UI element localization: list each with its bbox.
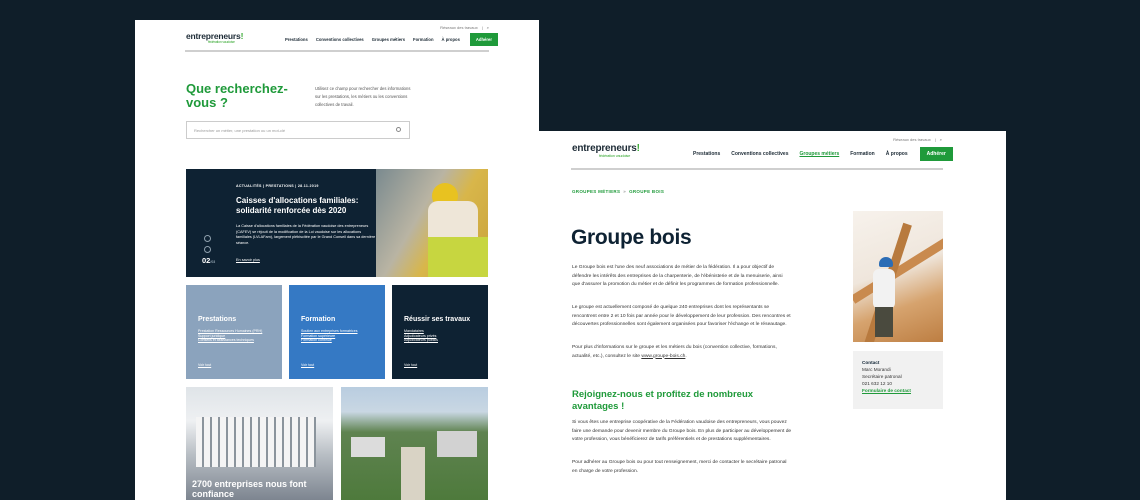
news-more-link[interactable]: En savoir plus [236,258,260,262]
tile-link[interactable]: Formation continue [301,338,373,343]
adherer-button[interactable]: Adhérer [469,33,498,46]
road-shape [401,447,425,500]
search-icon[interactable]: ⌕ [940,137,942,142]
building-photo[interactable]: 2700 entreprises nous font confiance [186,387,333,500]
benefits-paragraph: Si vous êtes une entreprise coopérative … [572,420,792,442]
aerial-photo[interactable] [341,387,488,500]
logo[interactable]: entrepreneurs! fédération vaudoise [572,143,640,158]
members-paragraph: Le groupe est actuellement composé de qu… [572,305,791,327]
tile-formation[interactable]: Formation Soutien aux entreprises format… [289,285,385,379]
main-nav: Prestations Conventions collectives Grou… [693,147,953,161]
slider-arrows [204,235,211,253]
nav-a-propos[interactable]: À propos [442,37,460,42]
tile-link[interactable]: Prestation Ressources Humaines (PRH) [198,329,270,334]
header-divider [571,168,943,170]
nav-groupes-metiers[interactable]: Groupes métiers [799,151,839,157]
building-shape [351,437,385,457]
building-shape [437,431,477,457]
homepage-screenshot: Réseaux des travaux | ⌕ entrepreneurs! f… [135,20,539,500]
tile-prestations[interactable]: Prestations Prestation Ressources Humain… [186,285,282,379]
nav-conventions[interactable]: Conventions collectives [731,151,788,157]
info-paragraph: Pour plus d'informations sur le groupe e… [572,344,792,361]
groupe-bois-link[interactable]: www.groupe-bois.ch [641,354,685,359]
adherer-button[interactable]: Adhérer [919,147,953,161]
join-paragraph: Pour adhérer au Groupe bois ou pour tout… [572,460,787,474]
carpenter-photo [853,211,943,342]
tile-reussir-travaux[interactable]: Réussir ses travaux Mandataires Adjudica… [392,285,488,379]
nav-formation[interactable]: Formation [850,151,874,157]
news-kicker: ACTUALITÉS | PRESTATIONS | 28.11.2019 [236,184,319,188]
building-shape [196,417,316,467]
search-input[interactable]: Rechercher un métier, une prestation ou … [186,121,410,139]
intro-paragraph: Le Groupe bois est l'une des neuf associ… [572,265,783,287]
contact-name: Marc Morandi [862,367,891,372]
nav-conventions[interactable]: Conventions collectives [316,37,364,42]
helmet-shape [879,257,893,267]
page-title: Groupe bois [571,226,692,249]
search-description: Utilisez ce champ pour rechercher des in… [315,86,411,107]
insulation-shape [428,237,488,277]
breadcrumb: GROUPES MÉTIERS» GROUPE BOIS [572,189,664,194]
tile-link[interactable]: Conseils et assistances techniques [198,338,270,343]
utility-bar: Réseaux des travaux | ⌕ [440,25,489,30]
news-text: La Caisse d'allocations familiales de la… [236,224,376,245]
tile-more-link[interactable]: Voir tout [198,363,211,367]
news-title: Caisses d'allocations familiales: solida… [236,196,359,215]
utility-separator: | [481,25,483,30]
worker-legs-shape [875,307,893,337]
breadcrumb-item[interactable]: GROUPES MÉTIERS [572,189,620,194]
worker-shape [873,269,895,309]
tile-more-link[interactable]: Voir tout [404,363,417,367]
slide-counter: 02/03 [202,256,215,265]
main-nav: Prestations Conventions collectives Grou… [285,33,498,46]
contact-form-link[interactable]: Formulaire de contact [862,387,934,394]
nav-prestations[interactable]: Prestations [285,37,308,42]
tile-title: Prestations [198,316,237,323]
tile-title: Formation [301,316,336,323]
utility-separator: | [934,137,936,142]
search-icon[interactable] [396,127,401,132]
tile-title: Réussir ses travaux [404,316,471,323]
slide-total: /03 [210,260,216,264]
logo-mark: ! [636,143,640,154]
breadcrumb-separator: » [623,189,627,194]
nav-a-propos[interactable]: À propos [886,151,908,157]
info-text-end: . [685,353,687,359]
nav-prestations[interactable]: Prestations [693,151,720,157]
contact-phone[interactable]: 021 632 12 10 [862,380,934,387]
arrow-down-icon[interactable] [204,246,211,253]
header-divider [185,50,489,52]
utility-bar: Réseaux des travaux | ⌕ [893,137,942,142]
nav-formation[interactable]: Formation [413,37,433,42]
utility-link[interactable]: Réseaux des travaux [893,137,931,142]
logo[interactable]: entrepreneurs! fédération vaudoise [186,31,243,44]
nav-groupes-metiers[interactable]: Groupes métiers [372,37,405,42]
breadcrumb-item: GROUPE BOIS [629,189,665,194]
search-icon[interactable]: ⌕ [487,25,489,30]
section-heading: Rejoignez-nous et profitez de nombreux a… [572,389,754,412]
search-heading: Que recherchez-vous ? [186,81,288,110]
hero-photo [376,169,488,277]
logo-mark: ! [240,31,244,41]
contact-label: Contact [862,360,880,365]
arrow-up-icon[interactable] [204,235,211,242]
tile-link[interactable]: Adjudicateurs publics [404,338,476,343]
utility-link[interactable]: Réseaux des travaux [440,25,478,30]
contact-role: Secrétaire patronal [862,374,902,379]
contact-card: Contact Marc Morandi Secrétaire patronal… [853,351,943,409]
search-placeholder: Rechercher un métier, une prestation ou … [194,128,286,133]
news-slider: ACTUALITÉS | PRESTATIONS | 28.11.2019 Ca… [186,169,488,277]
tile-more-link[interactable]: Voir tout [301,363,314,367]
feature-caption: 2700 entreprises nous font confiance [192,479,307,499]
groupe-bois-page-screenshot: Réseaux des travaux | ⌕ entrepreneurs! f… [509,131,1006,500]
